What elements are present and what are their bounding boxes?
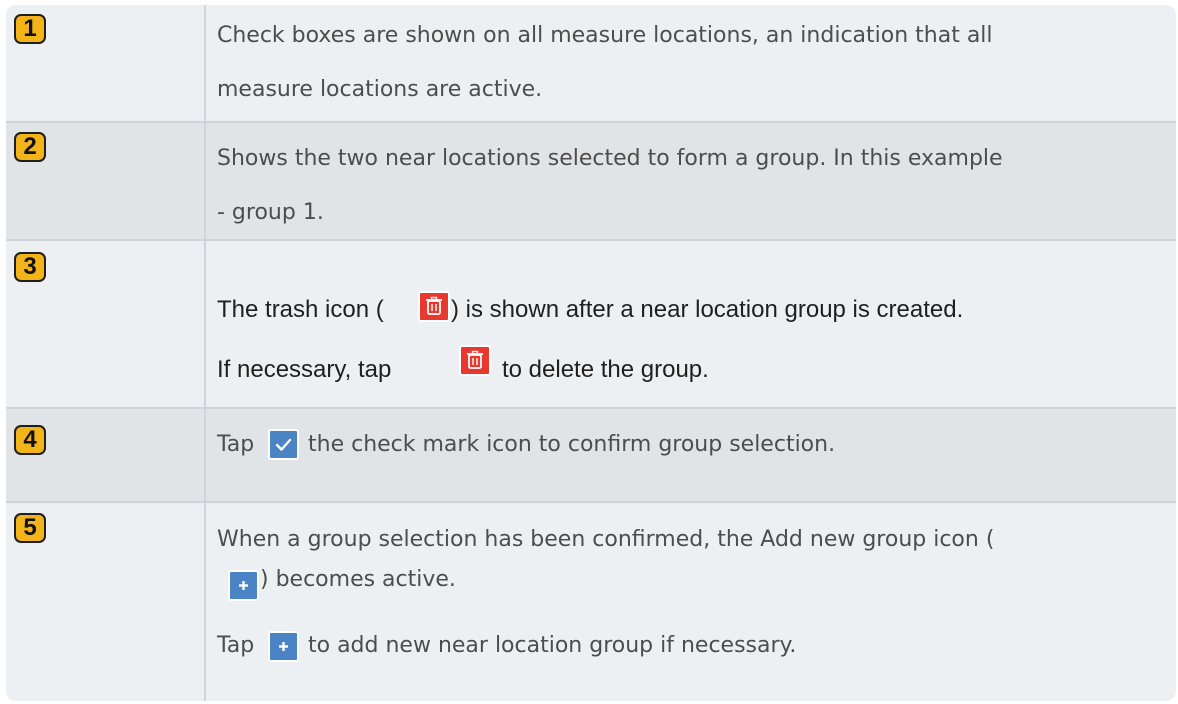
check-mark-icon [268,429,299,460]
table-row-5: 5 When a group selection has been confir… [6,503,1176,701]
table-row-1: 1 Check boxes are shown on all measure l… [6,5,1176,123]
trash-icon [459,345,491,376]
row-5-line-3-after: to add new near location group if necess… [308,633,797,658]
row-5-line-2-after: ) becomes active. [260,567,456,592]
steps-table: 1 Check boxes are shown on all measure l… [6,5,1176,701]
row-4-line-after: the check mark icon to confirm group sel… [308,432,836,457]
step-number: 4 [23,426,37,453]
table-row-2: 2 Shows the two near locations selected … [6,123,1176,241]
row-4-line-before: Tap [217,432,255,457]
step-badge-2: 2 [14,132,46,162]
add-new-group-icon [268,631,299,662]
step-number: 5 [23,514,37,541]
table-row-4: 4 Tap the check mark icon to confirm gro… [6,409,1176,503]
row-1-line-2: measure locations are active. [217,77,543,102]
step-number: 2 [23,133,37,160]
row-3-line-2-after: to delete the group. [502,356,709,383]
step-number: 1 [23,15,37,42]
row-1-line-1: Check boxes are shown on all measure loc… [217,23,993,48]
row-3-line-1-after: ) is shown after a near location group i… [451,296,964,323]
row-2-line-1: Shows the two near locations selected to… [217,146,1003,171]
row-3-line-2-before: If necessary, tap [217,356,392,383]
step-badge-1: 1 [14,14,46,44]
row-3-line-1-before: The trash icon ( [217,296,384,323]
row-2-line-2: - group 1. [217,200,324,225]
step-badge-3: 3 [14,252,46,282]
column-divider [204,5,206,701]
table-row-3: 3 The trash icon ( ) is shown after a ne… [6,241,1176,409]
trash-icon [418,291,450,322]
step-badge-4: 4 [14,425,46,455]
step-badge-5: 5 [14,513,46,543]
row-5-line-3-before: Tap [217,633,255,658]
row-5-line-1: When a group selection has been confirme… [217,527,995,552]
add-new-group-icon [228,570,259,601]
step-number: 3 [23,253,37,280]
